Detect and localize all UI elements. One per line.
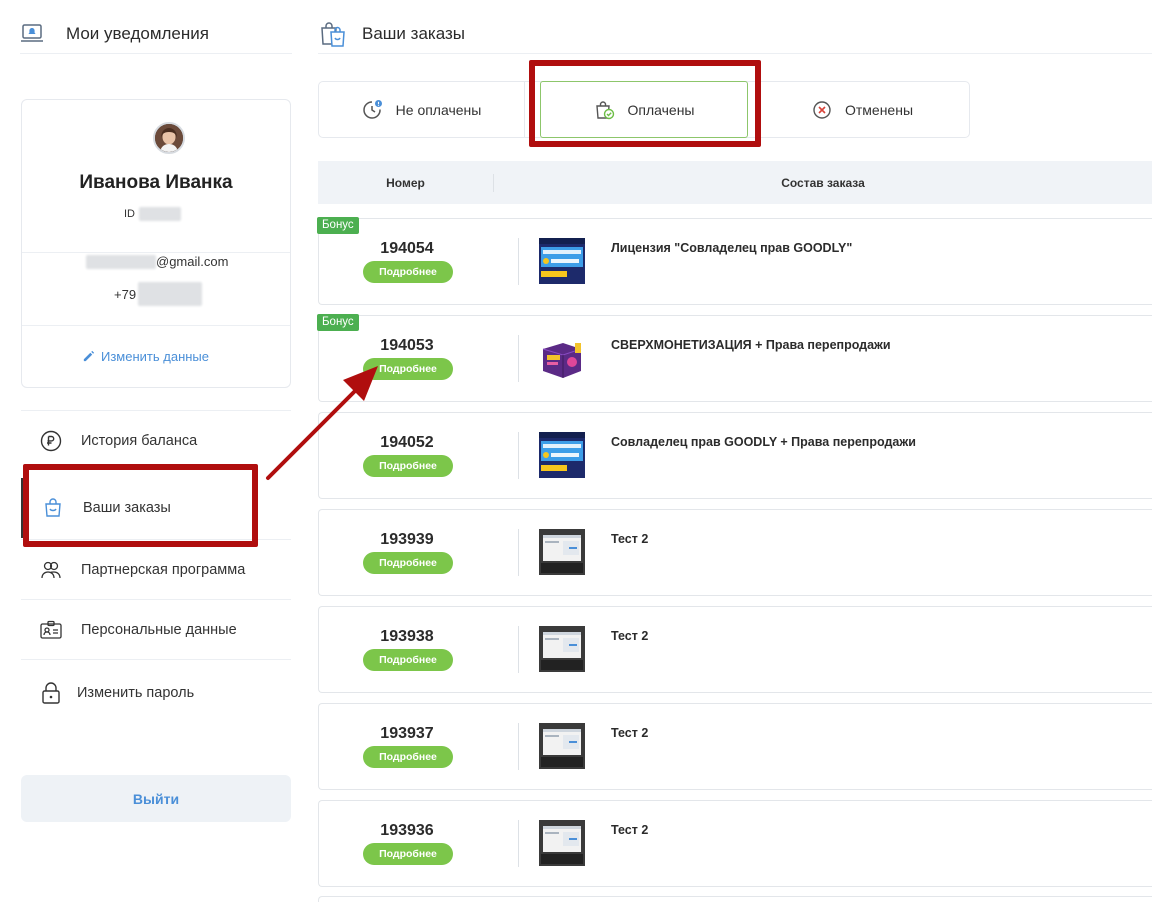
order-number: 194052 [380, 434, 434, 451]
product-thumbnail-goodly[interactable] [539, 432, 585, 478]
details-button[interactable]: Подробнее [363, 455, 453, 477]
order-number: 193937 [380, 725, 434, 742]
profile-id-label: ID [124, 208, 135, 220]
profile-divider [22, 252, 290, 253]
people-icon [39, 558, 63, 582]
order-row: 193937 Подробнее Тест 2 [318, 703, 1152, 790]
order-number: 194054 [380, 240, 434, 257]
bonus-badge: Бонус [317, 314, 359, 331]
order-number: 193938 [380, 628, 434, 645]
profile-email: @gmail.com [86, 254, 228, 269]
lock-icon [39, 681, 63, 705]
page-title: Ваши заказы [362, 23, 465, 43]
row-divider [518, 238, 519, 285]
product-thumbnail-laptop[interactable] [539, 529, 585, 575]
order-row: 194052 Подробнее Совладелец прав GOODLY … [318, 412, 1152, 499]
profile-email-suffix: @gmail.com [156, 254, 229, 269]
bonus-badge: Бонус [317, 217, 359, 234]
tab-cancelled[interactable]: Отменены [755, 82, 969, 137]
ruble-icon [39, 429, 63, 453]
column-header-number: Номер [318, 173, 494, 192]
product-thumbnail-laptop[interactable] [539, 820, 585, 866]
sidebar-item-personal-data[interactable]: Персональные данные [21, 599, 291, 659]
order-title: Тест 2 [611, 629, 649, 643]
profile-phone-redacted [138, 282, 203, 306]
orders-bag-icon [321, 21, 345, 47]
avatar [153, 122, 185, 154]
order-row: Бонус 194054 Подробнее Лицензия "Совладе… [317, 217, 1152, 305]
orders-header: Ваши заказы [318, 14, 1152, 54]
id-card-icon [39, 618, 63, 642]
details-button[interactable]: Подробнее [363, 649, 453, 671]
profile-divider [22, 325, 290, 326]
edit-profile-link[interactable]: Изменить данные [82, 349, 209, 364]
details-button[interactable]: Подробнее [363, 843, 453, 865]
profile-phone-prefix: +79 [114, 286, 137, 302]
details-button[interactable]: Подробнее [363, 261, 453, 283]
profile-card: Иванова Иванка ID @gmail.com +79 Изменит… [21, 99, 291, 388]
product-thumbnail-laptop[interactable] [539, 723, 585, 769]
order-row: Бонус 194053 Подробнее СВЕРХМОНЕТИЗАЦИЯ … [317, 314, 1152, 402]
annotation-box-paid-tab [529, 60, 761, 147]
notifications-header[interactable]: Мои уведомления [20, 14, 292, 54]
order-title: Лицензия "Совладелец прав GOODLY" [611, 241, 853, 255]
order-row: 193936 Подробнее Тест 2 [318, 800, 1152, 887]
pencil-icon [83, 350, 95, 362]
row-divider [518, 529, 519, 576]
order-row: 193938 Подробнее Тест 2 [318, 606, 1152, 693]
orders-table-header: Номер Состав заказа [318, 161, 1152, 204]
product-thumbnail-goodly[interactable] [539, 238, 585, 284]
profile-name: Иванова Иванка [79, 172, 233, 193]
tab-label: Не оплачены [395, 101, 482, 118]
order-title: Тест 2 [611, 823, 649, 837]
order-number: 193939 [380, 531, 434, 548]
profile-phone: +79 [114, 282, 203, 306]
profile-email-redacted [86, 254, 156, 269]
profile-id-redacted [139, 207, 181, 221]
logout-button[interactable]: Выйти [21, 775, 291, 822]
sidebar-item-label: Изменить пароль [77, 684, 195, 701]
sidebar-item-change-password[interactable]: Изменить пароль [21, 659, 291, 725]
row-divider [518, 432, 519, 479]
order-title: Тест 2 [611, 532, 649, 546]
details-button[interactable]: Подробнее [363, 358, 453, 380]
tab-label: Отменены [844, 101, 914, 118]
edit-profile-label: Изменить данные [101, 349, 209, 364]
notifications-title: Мои уведомления [66, 23, 209, 43]
details-button[interactable]: Подробнее [363, 552, 453, 574]
sidebar-item-partner-program[interactable]: Партнерская программа [21, 539, 291, 599]
sidebar-item-label: История баланса [81, 432, 198, 449]
order-number: 193936 [380, 822, 434, 839]
annotation-box-orders-menu [23, 464, 258, 547]
row-divider [518, 723, 519, 770]
sidebar-item-label: Партнерская программа [81, 561, 246, 578]
details-button[interactable]: Подробнее [363, 746, 453, 768]
order-title: СВЕРХМОНЕТИЗАЦИЯ + Права перепродажи [611, 338, 891, 352]
clock-alert-icon [362, 99, 384, 121]
product-thumbnail-box[interactable] [539, 335, 585, 381]
notification-laptop-icon [21, 23, 43, 42]
sidebar-item-label: Персональные данные [81, 621, 237, 638]
order-title: Совладелец прав GOODLY + Права перепрода… [611, 435, 916, 449]
row-divider [518, 335, 519, 382]
order-row-partial [318, 896, 1152, 902]
order-number: 194053 [380, 337, 434, 354]
order-title: Тест 2 [611, 726, 649, 740]
profile-id: ID [124, 207, 181, 221]
cancel-circle-icon [811, 99, 833, 121]
column-header-contents: Состав заказа [781, 175, 865, 190]
sidebar-item-balance-history[interactable]: История баланса [21, 410, 291, 470]
row-divider [518, 626, 519, 673]
order-row: 193939 Подробнее Тест 2 [318, 509, 1152, 596]
product-thumbnail-laptop[interactable] [539, 626, 585, 672]
row-divider [518, 820, 519, 867]
tab-unpaid[interactable]: Не оплачены [319, 82, 525, 137]
